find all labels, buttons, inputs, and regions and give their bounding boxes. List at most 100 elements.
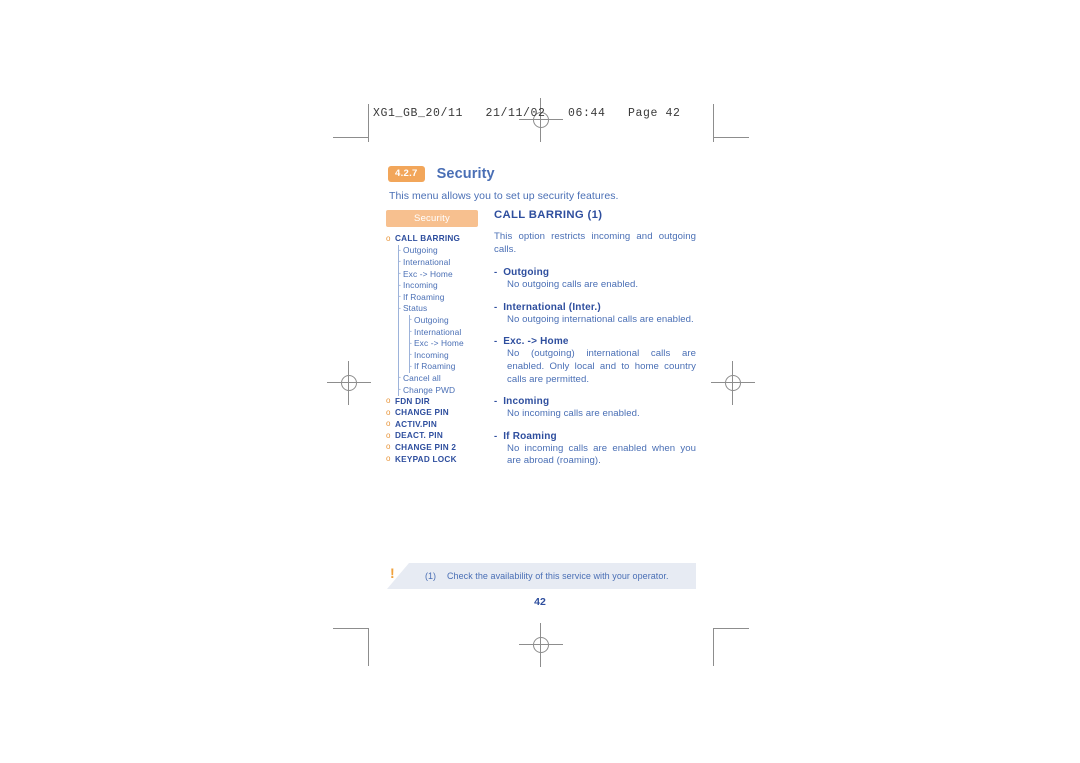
definition-description: No incoming calls are enabled when you a… <box>507 442 696 467</box>
sidebar-item-change-pin[interactable]: o CHANGE PIN <box>386 407 490 419</box>
bullet-circle-icon: o <box>386 430 391 440</box>
definition-list: - Outgoing No outgoing calls are enabled. -… <box>494 267 696 468</box>
menu-tree-sidebar: Security o CALL BARRING - Outgoing - Internat… <box>386 210 490 465</box>
main-heading: CALL BARRING (1) <box>494 209 603 221</box>
sidebar-item-cancel-all[interactable]: - Cancel all <box>386 372 490 384</box>
sidebar-item-exc-home[interactable]: - Exc -> Home <box>386 337 490 349</box>
definition-description: No outgoing calls are enabled. <box>507 279 639 291</box>
main-content: CALL BARRING (1) This option restricts i… <box>494 209 696 478</box>
sidebar-item-label: Change PWD <box>403 384 456 395</box>
sidebar-item-if-roaming[interactable]: - If Roaming <box>386 291 490 303</box>
crop-mark-top-left-vertical <box>368 104 369 142</box>
list-dash-icon: - <box>494 396 498 408</box>
registration-mark-left <box>327 361 371 405</box>
bullet-circle-icon: o <box>386 454 391 464</box>
sidebar-item-incoming[interactable]: - Incoming <box>386 349 490 361</box>
definition-term: Outgoing <box>503 267 550 279</box>
section-number-badge: 4.2.7 <box>388 166 425 182</box>
sidebar-item-label: DEACT. PIN <box>395 431 443 441</box>
crop-mark-bottom-right-vertical <box>713 628 714 666</box>
sidebar-item-label: International <box>403 256 451 267</box>
sidebar-item-status[interactable]: - Status <box>386 303 490 315</box>
sidebar-item-outgoing[interactable]: - Outgoing <box>386 314 490 326</box>
main-intro-paragraph: This option restricts incoming and outgo… <box>494 231 696 255</box>
tree-rail-level-1 <box>398 245 399 396</box>
sidebar-item-change-pin-2[interactable]: o CHANGE PIN 2 <box>386 442 490 454</box>
sidebar-item-label: Incoming <box>414 349 449 360</box>
definition-term-row: - International (Inter.) <box>494 302 696 313</box>
sidebar-item-change-pwd[interactable]: - Change PWD <box>386 384 490 396</box>
crop-mark-bottom-right-horizontal <box>714 628 749 629</box>
definition-entry: - International (Inter.) No outgoing inter… <box>494 302 696 327</box>
bullet-circle-icon: o <box>386 233 391 243</box>
sidebar-item-keypad-lock[interactable]: o KEYPAD LOCK <box>386 453 490 465</box>
section-heading: 4.2.7 Security <box>388 166 495 182</box>
list-dash-icon: - <box>494 267 498 279</box>
warning-exclamation-icon: ! <box>390 565 395 581</box>
definition-term: Incoming <box>503 396 550 408</box>
definition-term: International (Inter.) <box>503 301 601 313</box>
sidebar-item-call-barring[interactable]: o CALL BARRING <box>386 233 490 245</box>
bullet-circle-icon: o <box>386 442 391 452</box>
definition-entry: - Outgoing No outgoing calls are enabled. <box>494 267 696 292</box>
sidebar-item-label: Outgoing <box>403 245 438 256</box>
registration-mark-bottom <box>519 623 563 667</box>
sidebar-item-international[interactable]: - International <box>386 256 490 268</box>
sidebar-item-incoming[interactable]: - Incoming <box>386 279 490 291</box>
page-number: 42 <box>534 596 546 608</box>
bullet-circle-icon: o <box>386 396 391 406</box>
definition-term-row: - If Roaming <box>494 431 696 442</box>
definition-description: No (outgoing) international calls are en… <box>507 348 696 385</box>
sidebar-item-label: CHANGE PIN <box>395 408 449 418</box>
definition-term-row: - Outgoing <box>494 267 696 278</box>
sidebar-item-label: Outgoing <box>414 314 449 325</box>
definition-description: No incoming calls are enabled. <box>507 408 640 420</box>
print-job-header: XG1_GB_20/11 21/11/02 06:44 Page 42 <box>373 107 681 120</box>
sidebar-item-label: If Roaming <box>403 291 445 302</box>
list-dash-icon: - <box>494 430 498 442</box>
sidebar-item-label: Incoming <box>403 280 438 291</box>
page-title: Security <box>436 166 495 182</box>
definition-term-row: - Exc. -> Home <box>494 336 696 347</box>
definition-term: If Roaming <box>503 430 557 442</box>
sidebar-item-activ-pin[interactable]: o ACTIV.PIN <box>386 419 490 431</box>
sidebar-item-label: Exc -> Home <box>403 268 453 279</box>
footnote-marker: (1) <box>425 571 436 581</box>
menu-tree: o CALL BARRING - Outgoing - International - Exc… <box>386 233 490 465</box>
registration-mark-right <box>711 361 755 405</box>
section-intro-text: This menu allows you to set up security … <box>389 190 619 202</box>
definition-term: Exc. -> Home <box>503 336 569 348</box>
sidebar-item-label: Cancel all <box>403 372 441 383</box>
sidebar-item-label: FDN DIR <box>395 396 430 406</box>
tree-rail-level-2 <box>409 315 410 373</box>
sidebar-item-label: KEYPAD LOCK <box>395 454 457 464</box>
sidebar-item-label: ACTIV.PIN <box>395 419 437 429</box>
crop-mark-top-right-horizontal <box>714 137 749 138</box>
definition-entry: - Exc. -> Home No (outgoing) international… <box>494 336 696 386</box>
sidebar-item-label: Exc -> Home <box>414 338 464 349</box>
sidebar-item-fdn-dir[interactable]: o FDN DIR <box>386 395 490 407</box>
sidebar-item-label: CHANGE PIN 2 <box>395 442 457 452</box>
sidebar-item-international[interactable]: - International <box>386 326 490 338</box>
sidebar-item-label: Status <box>403 303 428 314</box>
list-dash-icon: - <box>494 336 498 348</box>
crop-mark-top-left-horizontal <box>333 137 368 138</box>
sidebar-item-label: CALL BARRING <box>395 234 461 244</box>
definition-entry: - If Roaming No incoming calls are enabled… <box>494 431 696 468</box>
bullet-circle-icon: o <box>386 407 391 417</box>
sidebar-item-label: If Roaming <box>414 361 456 372</box>
definition-description: No outgoing international calls are enab… <box>507 313 694 325</box>
sidebar-item-if-roaming[interactable]: - If Roaming <box>386 361 490 373</box>
registration-mark-top <box>519 98 563 142</box>
bullet-circle-icon: o <box>386 419 391 429</box>
definition-term-row: - Incoming <box>494 396 696 407</box>
definition-entry: - Incoming No incoming calls are enabled. <box>494 396 696 421</box>
sidebar-item-label: International <box>414 326 462 337</box>
sidebar-tab-security: Security <box>386 210 478 227</box>
sidebar-item-exc-home[interactable]: - Exc -> Home <box>386 268 490 280</box>
sidebar-item-outgoing[interactable]: - Outgoing <box>386 245 490 257</box>
crop-mark-bottom-left-vertical <box>368 628 369 666</box>
list-dash-icon: - <box>494 301 498 313</box>
footnote-text: Check the availability of this service w… <box>447 571 669 581</box>
sidebar-item-deact-pin[interactable]: o DEACT. PIN <box>386 430 490 442</box>
